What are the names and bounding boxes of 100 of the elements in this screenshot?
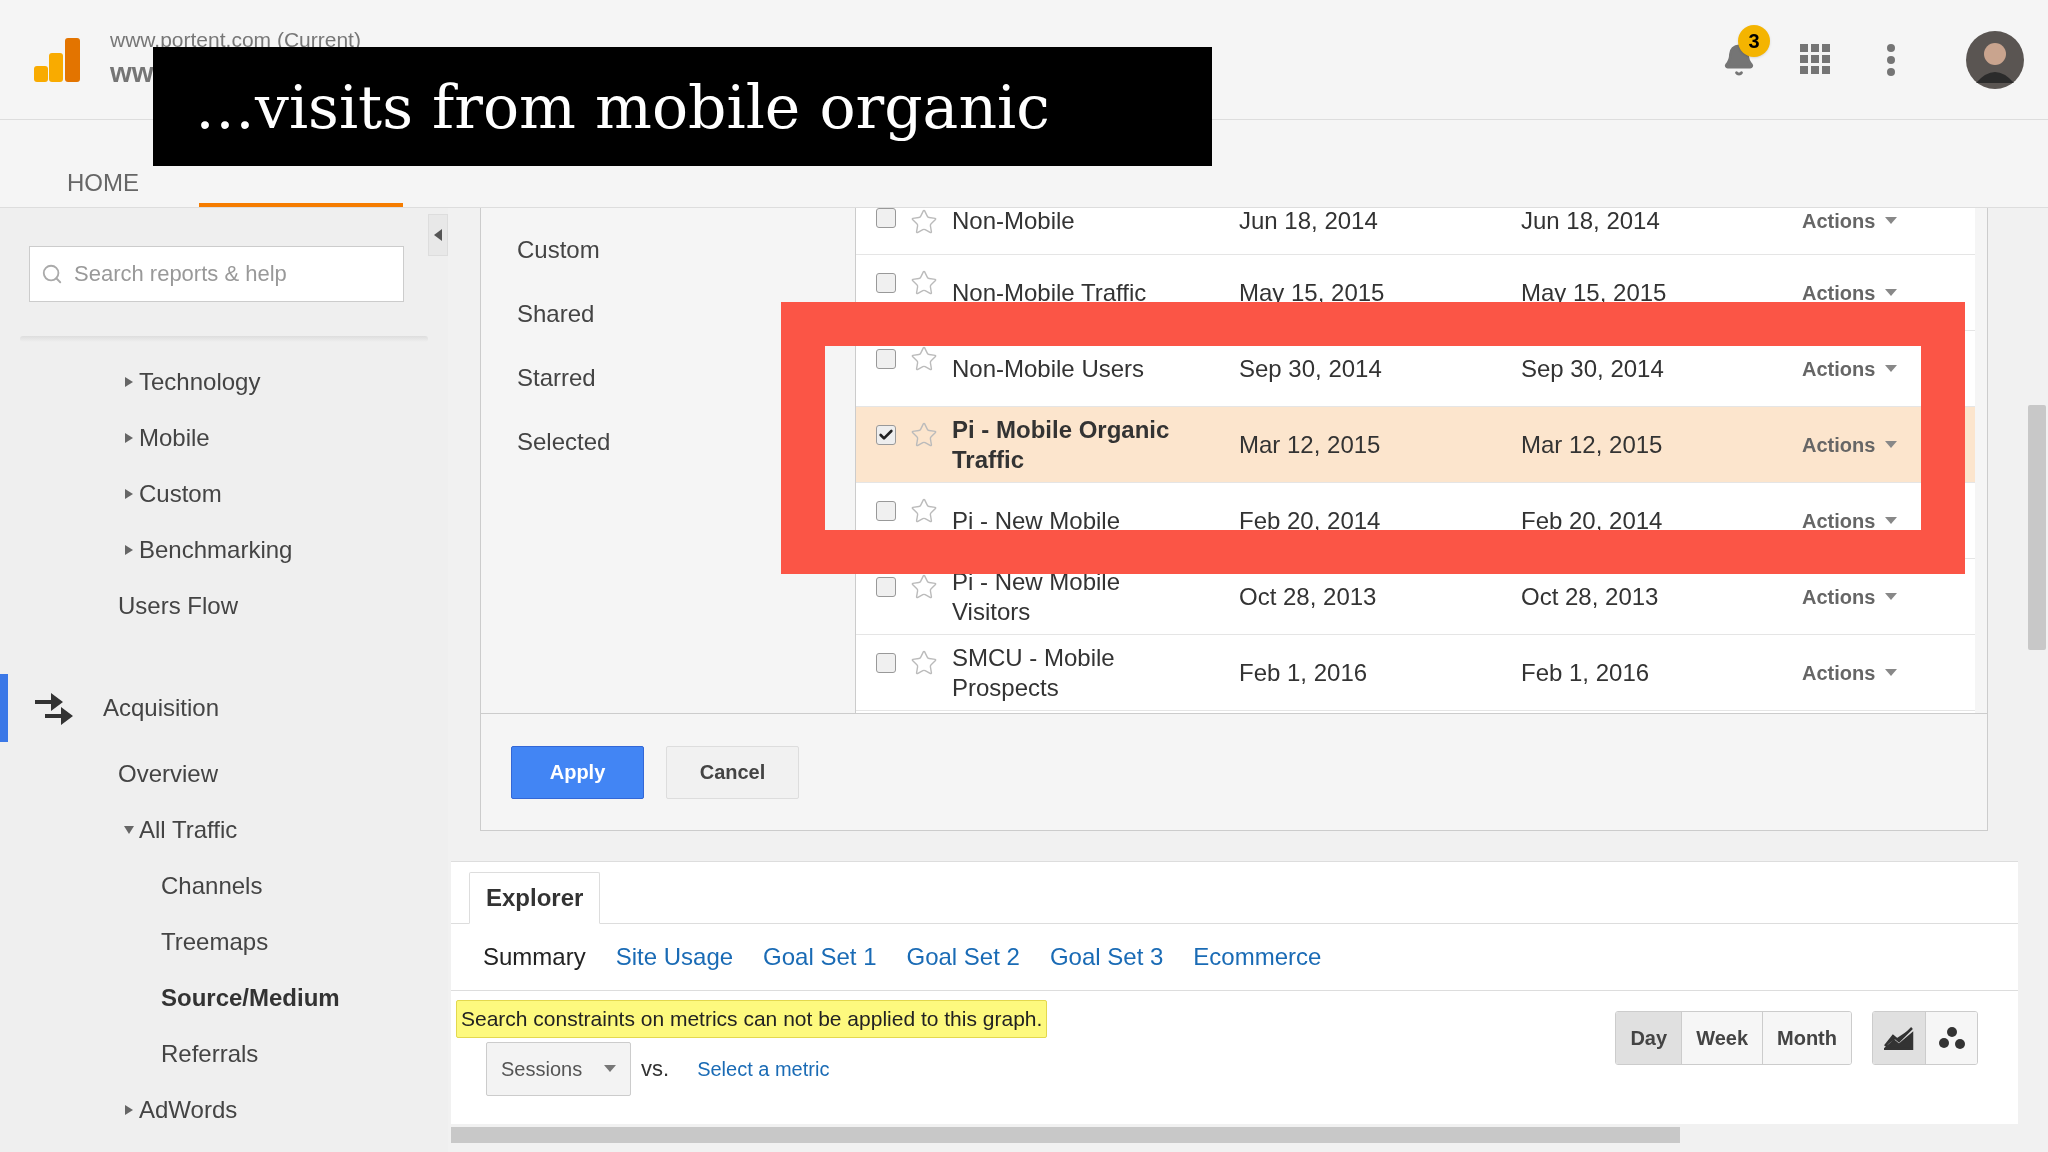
sidebar-item[interactable]: Benchmarking [139, 532, 293, 568]
dropdown-arrow-icon [1885, 217, 1898, 225]
explorer-subtab[interactable]: Goal Set 2 [906, 939, 1020, 975]
property-url: www.portent.com (Current) [110, 27, 361, 53]
explorer-subtab[interactable]: Ecommerce [1193, 939, 1322, 975]
view-name[interactable]: ww [110, 55, 154, 90]
star-icon[interactable] [910, 573, 938, 601]
star-icon[interactable] [910, 497, 938, 525]
segment-row[interactable]: Non-Mobile Jun 18, 2014 Jun 18, 2014 Actions [856, 208, 1975, 255]
search-icon [41, 263, 63, 285]
chart-type-button[interactable] [1925, 1012, 1977, 1064]
segment-name: Non-Mobile [952, 208, 1076, 234]
explorer-subtab[interactable]: Goal Set 1 [763, 939, 877, 975]
collapsed-caret-icon [124, 432, 134, 444]
dropdown-arrow-icon [1885, 288, 1898, 297]
chart-type-button[interactable] [1873, 1012, 1925, 1064]
metric-dropdown[interactable]: Sessions [486, 1041, 631, 1096]
checkbox[interactable] [876, 501, 896, 521]
left-triangle-icon [434, 229, 442, 241]
select-metric-link[interactable]: Select a metric [697, 1053, 830, 1084]
vertical-scrollbar[interactable] [2028, 405, 2046, 650]
checkbox[interactable] [876, 425, 896, 445]
actions-dropdown[interactable]: Actions [1802, 507, 1898, 534]
modified-date: Oct 28, 2013 [1521, 583, 1660, 610]
dropdown-arrow-icon [1885, 592, 1898, 601]
actions-dropdown[interactable]: Actions [1802, 208, 1898, 234]
dropdown-arrow-icon [1885, 364, 1898, 373]
star-icon[interactable] [910, 421, 938, 449]
dropdown-arrow-icon [1885, 440, 1898, 449]
actions-dropdown[interactable]: Actions [1802, 279, 1898, 306]
explorer-subtab[interactable]: Site Usage [615, 939, 734, 975]
sidebar-item[interactable]: AdWords [139, 1092, 238, 1128]
segment-name: Pi - New Mobile [952, 505, 1122, 536]
created-date: Mar 12, 2015 [1239, 431, 1382, 458]
dropdown-arrow-icon [604, 1064, 616, 1073]
explorer-tab[interactable]: Explorer [469, 872, 601, 924]
bar-chart-logo [34, 35, 82, 84]
created-date: May 15, 2015 [1239, 279, 1386, 306]
sidebar-item[interactable]: Custom [139, 476, 222, 512]
checkbox[interactable] [876, 349, 896, 369]
interval-button[interactable]: Day [1616, 1012, 1682, 1064]
sidebar-item[interactable]: Users Flow [118, 588, 238, 624]
actions-dropdown[interactable]: Actions [1802, 583, 1898, 610]
explorer-subtab[interactable]: Goal Set 3 [1049, 939, 1164, 975]
modified-date: May 15, 2015 [1521, 279, 1668, 306]
segment-filter[interactable]: Selected [517, 410, 855, 474]
sidebar-item[interactable]: Overview [118, 756, 219, 792]
collapse-button[interactable] [428, 214, 448, 256]
checkbox[interactable] [876, 653, 896, 673]
segment-filter[interactable]: Shared [517, 282, 855, 346]
actions-dropdown[interactable]: Actions [1802, 355, 1898, 382]
nav-tab[interactable]: HOME [67, 165, 139, 205]
segment-name: Non-Mobile Users [952, 353, 1146, 384]
horizontal-scrollbar[interactable] [451, 1127, 1680, 1143]
star-icon[interactable] [910, 208, 938, 236]
star-icon[interactable] [910, 649, 938, 677]
modified-date: Jun 18, 2014 [1521, 208, 1661, 234]
warning-notice: Search constraints on metrics can not be applied to this graph. [456, 1000, 1048, 1038]
sidebar-item[interactable]: All Traffic [139, 812, 238, 848]
segment-row[interactable]: Pi - Mobile Organic Traffic Mar 12, 2015 Mar 12, 2015 Actions [856, 407, 1975, 483]
search-field[interactable]: Search reports & help [29, 246, 404, 302]
vs-label: vs. [641, 1055, 670, 1083]
modified-date: Mar 12, 2015 [1521, 431, 1664, 458]
segment-filter[interactable]: Starred [517, 346, 855, 410]
star-icon[interactable] [910, 269, 938, 297]
created-date: Sep 30, 2014 [1239, 355, 1383, 382]
explorer-subtab[interactable]: Summary [483, 939, 586, 975]
created-date: Feb 20, 2014 [1239, 507, 1382, 534]
modified-date: Feb 20, 2014 [1521, 507, 1664, 534]
sidebar-item[interactable]: Channels [161, 868, 263, 904]
segment-filter[interactable]: Custom [517, 218, 855, 282]
apply-button[interactable]: Apply [511, 745, 644, 799]
sidebar-item[interactable]: Referrals [161, 1036, 259, 1072]
star-icon[interactable] [910, 345, 938, 373]
line-chart-icon [1884, 1026, 1914, 1050]
avatar-icon[interactable] [1966, 30, 2024, 89]
sidebar-item[interactable]: Treemaps [161, 924, 269, 960]
dropdown-arrow-icon [1885, 668, 1898, 677]
actions-dropdown[interactable]: Actions [1802, 659, 1898, 686]
sidebar-item[interactable]: Source/Medium [161, 980, 340, 1016]
created-date: Jun 18, 2014 [1239, 208, 1379, 234]
actions-dropdown[interactable]: Actions [1802, 431, 1898, 458]
cancel-button[interactable]: Cancel [666, 745, 799, 799]
sidebar-item[interactable]: Mobile [139, 420, 210, 456]
collapsed-caret-icon [124, 544, 134, 556]
checkbox[interactable] [876, 273, 896, 293]
checkbox[interactable] [876, 208, 896, 228]
interval-button[interactable]: Month [1762, 1012, 1851, 1064]
interval-button[interactable]: Week [1681, 1012, 1762, 1064]
sidebar-section[interactable]: Acquisition [103, 690, 220, 726]
sidebar-item[interactable]: Technology [139, 364, 261, 400]
created-date: Oct 28, 2013 [1239, 583, 1378, 610]
apps-grid-icon[interactable] [1800, 43, 1832, 76]
checkbox[interactable] [876, 577, 896, 597]
segment-name: Non-Mobile Traffic [952, 277, 1148, 308]
notification-count-badge: 3 [1738, 24, 1770, 57]
bubbles-icon [1937, 1026, 1966, 1050]
segment-name: Pi - Mobile Organic Traffic [952, 414, 1171, 475]
more-options-icon[interactable] [1886, 43, 1896, 76]
dropdown-arrow-icon [1885, 516, 1898, 525]
